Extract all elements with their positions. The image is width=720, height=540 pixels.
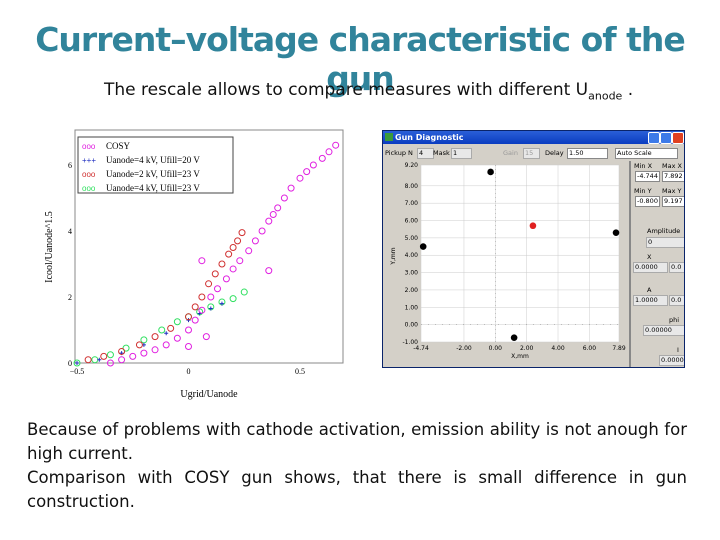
minimize-button[interactable] (648, 132, 660, 144)
window-title: Gun Diagnostic (395, 133, 464, 142)
y-tick-label: 1.00 (405, 304, 419, 311)
y-tick-label: 2.00 (405, 287, 419, 294)
phi-field: 0.00000 (643, 325, 684, 336)
min-y-field[interactable]: -0.800 (635, 196, 660, 207)
x-tick-label: 0 (187, 367, 191, 376)
legend-label: COSY (106, 141, 131, 151)
scale-dropdown[interactable]: Auto Scale (615, 148, 678, 159)
amplitude-label: Amplitude (647, 227, 681, 235)
legend-marker: +++ (82, 156, 96, 165)
x-axis-label: X,mm (511, 353, 529, 360)
max-y-label: Max Y (662, 187, 682, 195)
body-paragraph: Comparison with COSY gun shows, that the… (27, 468, 687, 511)
legend-label: Uanode=4 kV, Ufill=20 V (106, 155, 200, 165)
x-tick-label: 6.00 (583, 345, 597, 352)
x-tick-label: 4.00 (551, 345, 565, 352)
i-label: I (677, 346, 679, 354)
mask-label: Mask (433, 149, 450, 157)
gain-field[interactable]: 15 (523, 148, 540, 159)
legend-marker: ooo (82, 184, 96, 193)
legend-marker: ooo (82, 170, 96, 179)
side-panel: Min X Max X -4.744 7.892 Min Y Max Y -0.… (629, 161, 684, 367)
a-field-1: 1.0000 (633, 295, 668, 306)
x-field-2: 0.0 (669, 262, 684, 273)
legend-label: Uanode=2 kV, Ufill=23 V (106, 169, 200, 179)
x-axis-label: Ugrid/Uanode (180, 389, 238, 400)
subtitle-suffix: . (622, 80, 634, 100)
pickup-point (612, 229, 620, 236)
y-tick-label: 5.00 (405, 235, 419, 242)
pickup-point (510, 334, 518, 341)
y-tick-label: 7.00 (405, 200, 419, 207)
y-tick-label: 0 (68, 359, 72, 368)
x-tick-label: 0.00 (489, 345, 503, 352)
x-tick-label: -2.00 (456, 345, 472, 352)
x-label: X (647, 253, 652, 261)
slide-subtitle: The rescale allows to compare measures w… (104, 80, 633, 102)
delay-field[interactable]: 1.50 (567, 148, 608, 159)
delay-label: Delay (545, 149, 564, 157)
y-axis-label: Icool/Uanode^1.5 (44, 211, 55, 283)
close-button[interactable] (672, 132, 684, 144)
pickup-point (487, 168, 494, 176)
body-paragraph: Because of problems with cathode activat… (27, 420, 687, 463)
subtitle-text: The rescale allows to compare measures w… (104, 80, 589, 100)
legend-marker: ooo (82, 142, 96, 151)
subtitle-subscript: anode (588, 89, 623, 103)
x-tick-label: −0.5 (70, 367, 85, 376)
y-tick-label: 6 (68, 161, 72, 170)
y-tick-label: 6.00 (405, 218, 419, 225)
i-field: 0.0000 (659, 355, 684, 366)
pickup-point (419, 243, 427, 250)
min-y-label: Min Y (634, 187, 652, 195)
x-tick-label: 0.5 (295, 367, 305, 376)
phi-label: phi (669, 316, 680, 324)
x-tick-label: 7.89 (612, 345, 626, 352)
max-y-field[interactable]: 9.197 (662, 196, 684, 207)
legend-label: Uanode=4 kV, Ufill=23 V (106, 183, 200, 193)
max-x-field[interactable]: 7.892 (662, 171, 684, 182)
x-field-1: 0.0000 (633, 262, 668, 273)
y-tick-label: 2 (68, 293, 72, 302)
a-label: A (647, 286, 652, 294)
iv-characteristic-plot: −0.5 0 0.50246Ugrid/UanodeIcool/Uanode^1.5… (44, 129, 344, 400)
y-axis-label: Y,mm (390, 247, 397, 265)
title-bar: Gun Diagnostic (383, 131, 684, 144)
y-tick-label: 8.00 (405, 183, 419, 190)
min-x-field[interactable]: -4.744 (635, 171, 660, 182)
amplitude-field: 0 (646, 237, 684, 248)
gain-label: Gain (503, 149, 518, 157)
pickup-label: Pickup N (385, 149, 413, 157)
y-tick-label: 0.00 (405, 322, 419, 329)
x-tick-label: 2.00 (520, 345, 534, 352)
pickup-point (529, 222, 537, 230)
maximize-button[interactable] (660, 132, 672, 144)
min-x-label: Min X (634, 162, 653, 170)
slide-body: Because of problems with cathode activat… (27, 418, 687, 514)
y-tick-label: 3.00 (405, 270, 419, 277)
gun-diagnostic-window: Gun Diagnostic Pickup N 4 Mask 1 Gain 15… (382, 130, 685, 368)
y-tick-label: 4.00 (405, 252, 419, 259)
app-icon (385, 133, 393, 141)
a-field-2: 0.0 (669, 295, 684, 306)
pickup-field[interactable]: 4 (417, 148, 434, 159)
x-tick-label: -4.74 (413, 345, 429, 352)
pickup-position-plot: -1.000.001.002.003.004.005.006.007.008.0… (390, 162, 626, 360)
y-tick-label: 9.20 (405, 162, 419, 169)
y-tick-label: 4 (68, 227, 72, 236)
max-x-label: Max X (662, 162, 682, 170)
mask-field[interactable]: 1 (451, 148, 472, 159)
